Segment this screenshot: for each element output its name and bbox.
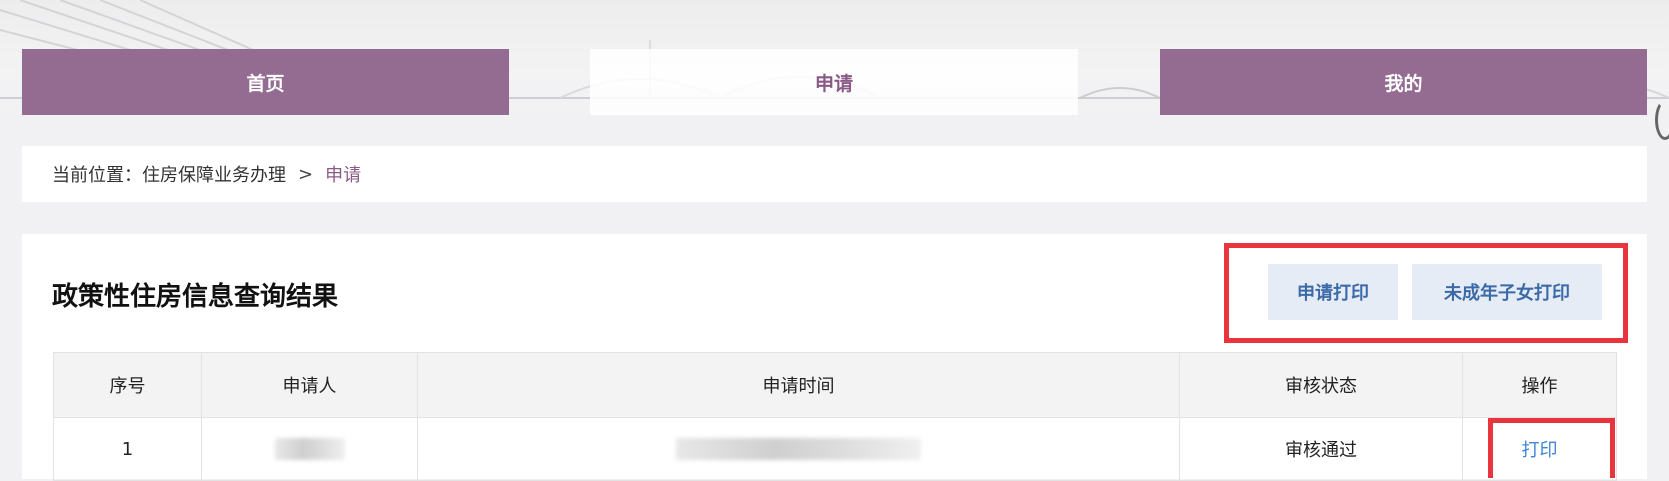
breadcrumb: 当前位置：住房保障业务办理 > 申请 [22,146,1647,202]
table-row: 1 审核通过 打印 [53,417,1617,481]
results-table: 序号 申请人 申请时间 审核状态 操作 1 审核通过 打印 [53,352,1617,481]
cell-applicant [201,417,418,481]
tab-apply[interactable]: 申请 [590,49,1078,115]
breadcrumb-prefix: 当前位置：住房保障业务办理 [52,165,286,186]
tab-home[interactable]: 首页 [22,49,509,115]
print-application-button[interactable]: 申请打印 [1268,264,1398,320]
breadcrumb-separator: > [298,163,314,185]
header-review-status: 审核状态 [1179,352,1463,418]
header-index: 序号 [53,352,202,418]
header-operation: 操作 [1462,352,1617,418]
header-applicant: 申请人 [201,352,418,418]
redacted-applicant-name [274,438,345,460]
cell-review-status: 审核通过 [1179,417,1463,481]
table-header-row: 序号 申请人 申请时间 审核状态 操作 [53,352,1617,418]
cell-operation: 打印 [1462,417,1617,481]
results-panel: 政策性住房信息查询结果 申请打印 未成年子女打印 序号 申请人 申请时间 审核状… [22,234,1647,481]
page-title: 政策性住房信息查询结果 [52,282,339,312]
cell-apply-time [417,417,1180,481]
redacted-apply-time [676,438,921,460]
breadcrumb-current[interactable]: 申请 [325,161,361,187]
print-link[interactable]: 打印 [1522,440,1558,461]
tab-mine[interactable]: 我的 [1160,49,1647,115]
tab-apply-label: 申请 [814,72,853,95]
tab-mine-label: 我的 [1384,72,1423,95]
tab-home-label: 首页 [246,72,285,95]
header-apply-time: 申请时间 [417,352,1180,418]
cell-index: 1 [53,417,202,481]
print-minor-children-button[interactable]: 未成年子女打印 [1412,264,1602,320]
edge-glyph-icon [1655,100,1669,140]
